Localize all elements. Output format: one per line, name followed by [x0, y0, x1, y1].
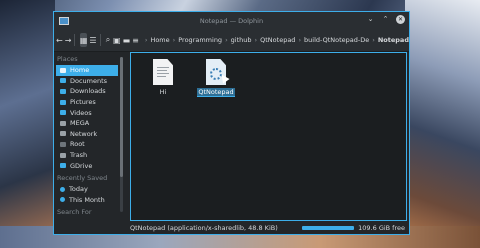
chevron-right-icon: ›	[225, 36, 228, 44]
breadcrumb-qtnotepad[interactable]: QtNotepad	[260, 36, 295, 44]
sidebar-item-label: Trash	[70, 151, 88, 160]
forward-icon[interactable]: →	[65, 33, 72, 47]
sidebar-item-videos[interactable]: Videos	[56, 107, 126, 118]
sidebar-item-home[interactable]: Home	[56, 65, 118, 76]
preview-icon[interactable]: ▣	[113, 33, 121, 47]
file-view[interactable]: Hi QtNotepad	[130, 52, 407, 221]
text-file-icon	[153, 59, 173, 85]
sidebar-item-mega[interactable]: MEGA	[56, 118, 126, 129]
breadcrumb-current[interactable]: Notepad	[378, 36, 409, 44]
search-for-section-title: Search For	[57, 208, 92, 217]
file-name: QtNotepad	[197, 88, 235, 97]
sidebar-item-label: Downloads	[70, 87, 106, 96]
sidebar-item-gdrive[interactable]: GDrive	[56, 160, 126, 171]
search-icon[interactable]: ⌕	[105, 33, 111, 47]
breadcrumb-home[interactable]: Home	[150, 36, 169, 44]
back-icon[interactable]: ←	[56, 33, 63, 47]
window-title: Notepad — Dolphin	[199, 16, 264, 25]
close-button[interactable]: ✕	[396, 15, 405, 24]
dolphin-window: Notepad — Dolphin ⌄ ⌃ ✕ ← → ▦ ☰ ⌕ ▣ ▬ ≡ …	[53, 11, 410, 235]
breadcrumb-programming[interactable]: Programming	[178, 36, 222, 44]
calendar-icon	[60, 197, 65, 203]
file-item-hi[interactable]: Hi	[138, 59, 188, 96]
sidebar-item-trash[interactable]: Trash	[56, 150, 126, 161]
sidebar-item-label: Today	[69, 185, 88, 194]
sidebar-item-label: Network	[70, 129, 98, 138]
sidebar-item-label: GDrive	[70, 161, 93, 170]
sidebar-item-documents[interactable]: Documents	[56, 76, 126, 87]
videos-icon	[60, 110, 66, 116]
sidebar-item-label: Documents	[70, 76, 108, 85]
sidebar-item-label: Videos	[70, 108, 92, 117]
calendar-icon	[60, 186, 65, 192]
titlebar[interactable]: Notepad — Dolphin ⌄ ⌃ ✕	[54, 12, 409, 29]
sidebar-scrollbar[interactable]	[120, 57, 123, 212]
sidebar-item-label: This Month	[69, 195, 105, 204]
new-folder-icon[interactable]: ▬	[123, 33, 131, 47]
sidebar-item-downloads[interactable]: Downloads	[56, 86, 126, 97]
trash-icon	[60, 152, 66, 158]
places-panel: Places Home Documents Downloads Pictures…	[54, 52, 126, 221]
gdrive-icon	[60, 163, 66, 169]
breadcrumb: › Home › Programming › github › QtNotepa…	[145, 36, 409, 44]
menu-icon[interactable]: ≡	[132, 33, 139, 47]
desktop-wallpaper-left	[0, 0, 55, 248]
downloads-icon	[60, 88, 66, 94]
sidebar-item-label: MEGA	[70, 119, 90, 128]
sidebar-item-this-month[interactable]: This Month	[56, 195, 126, 206]
free-space-indicator[interactable]: 109.6 GiB free	[302, 224, 405, 232]
breadcrumb-github[interactable]: github	[231, 36, 252, 44]
details-view-icon[interactable]: ☰	[89, 33, 96, 47]
file-item-qtnotepad[interactable]: QtNotepad	[191, 59, 241, 97]
desktop-wallpaper-right	[405, 0, 480, 248]
scrollbar-thumb[interactable]	[120, 57, 123, 177]
file-name: Hi	[159, 88, 167, 96]
minimize-button[interactable]: ⌄	[366, 15, 375, 24]
sidebar-item-pictures[interactable]: Pictures	[56, 97, 126, 108]
chevron-right-icon: ›	[254, 36, 258, 44]
chevron-right-icon: ›	[144, 36, 148, 44]
sidebar-item-network[interactable]: Network	[56, 129, 126, 140]
pictures-icon	[60, 99, 66, 105]
status-text: QtNotepad (application/x-sharedlib, 48.8…	[130, 223, 278, 232]
places-section-title: Places	[57, 55, 78, 63]
network-icon	[60, 131, 66, 137]
sidebar-item-label: Home	[70, 66, 90, 75]
free-space-bar	[302, 225, 355, 230]
sidebar-item-label: Pictures	[70, 98, 96, 107]
recently-saved-section-title: Recently Saved	[57, 173, 108, 182]
statusbar: QtNotepad (application/x-sharedlib, 48.8…	[54, 221, 409, 234]
documents-icon	[60, 78, 66, 84]
chevron-right-icon: ›	[172, 36, 176, 44]
home-icon	[60, 67, 66, 73]
mega-icon	[60, 120, 66, 126]
icons-view-icon[interactable]: ▦	[79, 33, 88, 47]
sidebar-item-today[interactable]: Today	[56, 184, 126, 195]
toolbar: ← → ▦ ☰ ⌕ ▣ ▬ ≡ › Home › Programming › g…	[54, 29, 409, 52]
sidebar-item-root[interactable]: Root	[56, 139, 126, 150]
chevron-right-icon: ›	[372, 36, 375, 44]
chevron-right-icon: ›	[298, 36, 302, 44]
maximize-button[interactable]: ⌃	[381, 15, 390, 24]
breadcrumb-build[interactable]: build-QtNotepad-De	[304, 36, 369, 44]
free-space-text: 109.6 GiB free	[358, 223, 405, 232]
root-icon	[60, 141, 66, 147]
sidebar-item-label: Root	[70, 140, 85, 149]
